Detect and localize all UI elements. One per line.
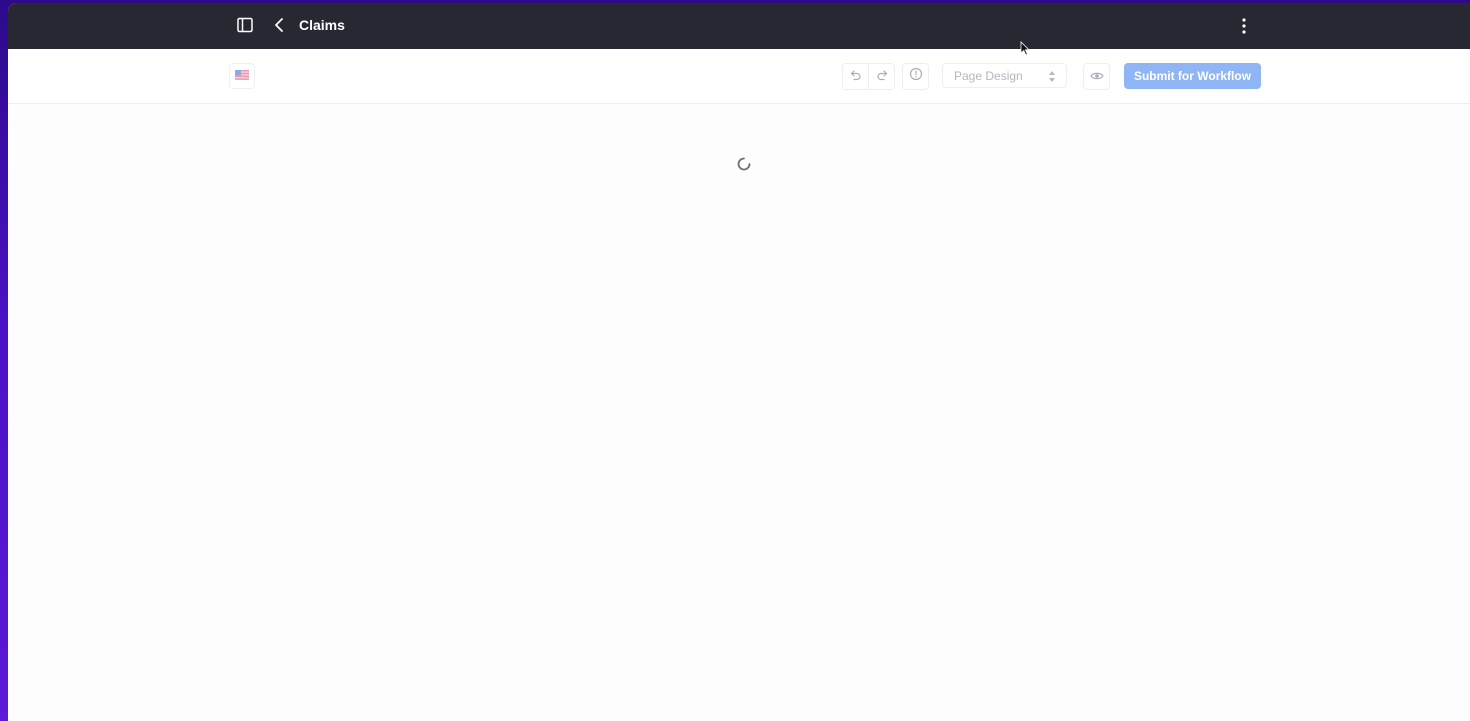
select-caret-icon [1048,70,1056,83]
language-selector-button[interactable] [229,63,255,89]
redo-button[interactable] [868,64,894,89]
chevron-left-icon[interactable] [271,16,287,34]
eye-icon [1089,68,1104,86]
redo-icon [876,68,888,86]
editor-toolbar: Page Design Submit for Workflow [8,49,1470,104]
mode-select[interactable]: Page Design [942,63,1067,88]
us-flag-icon [235,67,249,85]
undo-icon [850,68,862,86]
top-bar: Claims [8,3,1470,49]
preview-button[interactable] [1083,63,1110,90]
submit-for-workflow-button[interactable]: Submit for Workflow [1124,63,1261,89]
app-window: Claims Page Design Submit for Workflow [8,3,1470,721]
sidebar-panel-icon[interactable] [237,17,253,33]
mode-select-value: Page Design [954,68,1023,83]
undo-redo-group [842,63,895,90]
mouse-cursor-icon [1020,41,1030,57]
history-button[interactable] [902,63,929,90]
undo-button[interactable] [843,64,868,89]
vertical-ellipsis-icon[interactable] [1236,16,1252,36]
loading-spinner-icon [737,157,751,171]
page-title: Claims [299,17,345,33]
clock-history-icon [909,67,923,86]
